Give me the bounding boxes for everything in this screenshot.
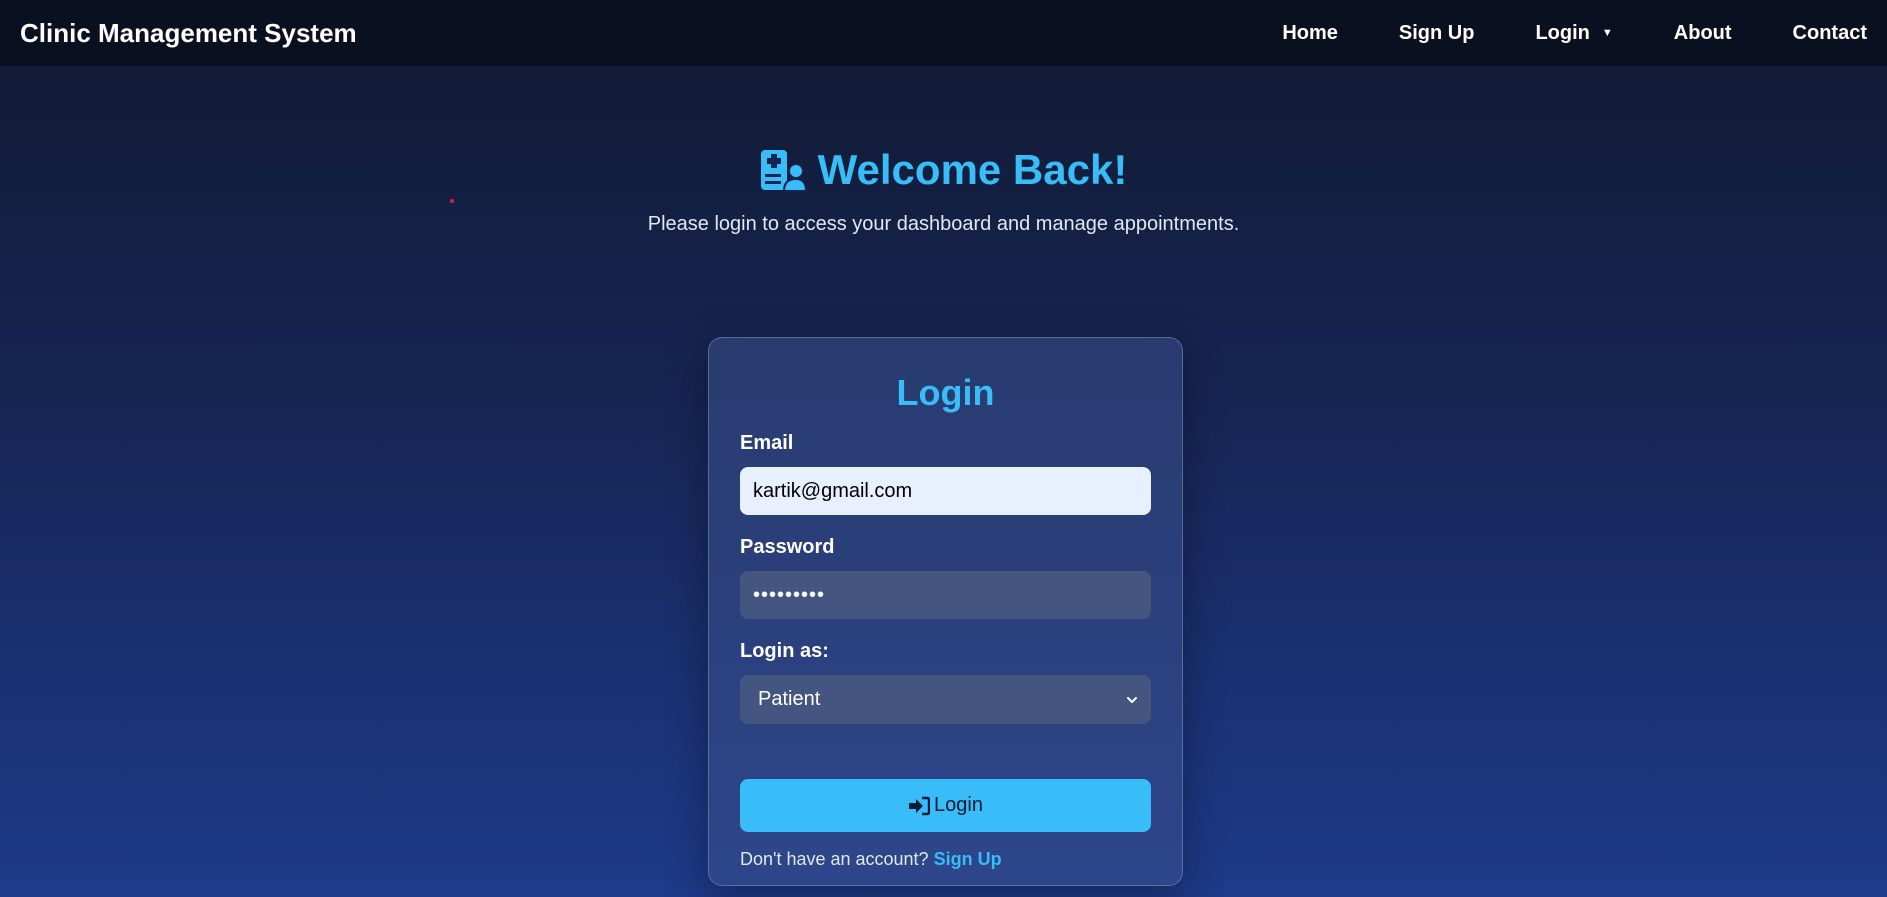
login-card-title: Login	[896, 372, 995, 413]
signup-row: Don't have an account? Sign Up	[740, 849, 1151, 870]
top-navbar: Clinic Management System Home Sign Up Lo…	[0, 0, 1887, 66]
chevron-down-icon	[1127, 696, 1137, 703]
nav-links: Home Sign Up Login ▼ About Contact	[1221, 0, 1867, 66]
nav-contact[interactable]: Contact	[1793, 22, 1867, 45]
hero-section: Welcome Back! Please login to access you…	[0, 146, 1887, 236]
signup-prompt: Don't have an account?	[740, 849, 929, 869]
sign-in-icon	[909, 796, 931, 815]
login-card: Login Email Password ••••••••• Login as:…	[708, 337, 1183, 886]
brand-title[interactable]: Clinic Management System	[20, 18, 357, 49]
signup-link[interactable]: Sign Up	[934, 849, 1002, 869]
nav-login-dropdown[interactable]: Login ▼	[1535, 22, 1612, 45]
hero-subtitle: Please login to access your dashboard an…	[647, 213, 1240, 235]
nav-login-label: Login	[1535, 21, 1590, 44]
clinic-user-icon	[760, 150, 806, 192]
password-field[interactable]: •••••••••	[740, 571, 1151, 619]
nav-about[interactable]: About	[1674, 22, 1732, 45]
nav-signup[interactable]: Sign Up	[1399, 22, 1475, 45]
role-select[interactable]: Patient	[740, 675, 1151, 724]
email-label: Email	[740, 432, 794, 454]
email-field[interactable]	[740, 467, 1151, 515]
password-label: Password	[740, 536, 835, 558]
role-label: Login as:	[740, 640, 829, 662]
hero-title-text: Welcome Back!	[817, 146, 1128, 193]
role-select-value: Patient	[758, 688, 821, 710]
nav-home[interactable]: Home	[1282, 22, 1338, 45]
login-button-label: Login	[934, 794, 983, 816]
caret-down-icon: ▼	[1601, 27, 1613, 39]
hero-title: Welcome Back!	[760, 146, 1128, 194]
login-button[interactable]: Login	[740, 779, 1151, 832]
